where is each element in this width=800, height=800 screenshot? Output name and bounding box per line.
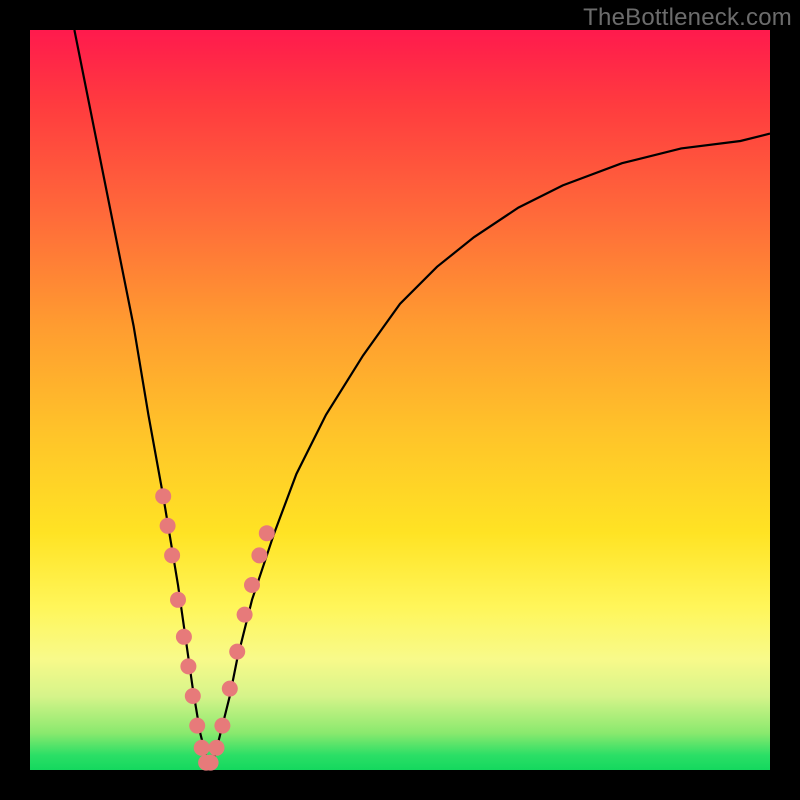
curve-marker: [237, 607, 253, 623]
curve-marker: [189, 718, 205, 734]
watermark-text: TheBottleneck.com: [583, 4, 792, 32]
curve-marker: [176, 629, 192, 645]
curve-marker: [214, 718, 230, 734]
chart-frame: TheBottleneck.com: [0, 0, 800, 800]
curve-marker: [251, 547, 267, 563]
bottleneck-curve-path: [74, 30, 770, 763]
curve-marker: [194, 740, 210, 756]
curve-markers: [155, 488, 275, 770]
curve-marker: [185, 688, 201, 704]
curve-marker: [209, 740, 225, 756]
curve-marker: [180, 658, 196, 674]
curve-marker: [203, 755, 219, 771]
bottleneck-curve-svg: [30, 30, 770, 770]
curve-marker: [229, 644, 245, 660]
curve-marker: [259, 525, 275, 541]
curve-marker: [222, 681, 238, 697]
curve-marker: [170, 592, 186, 608]
plot-area: [30, 30, 770, 770]
curve-marker: [164, 547, 180, 563]
curve-marker: [160, 518, 176, 534]
curve-marker: [244, 577, 260, 593]
curve-marker: [155, 488, 171, 504]
